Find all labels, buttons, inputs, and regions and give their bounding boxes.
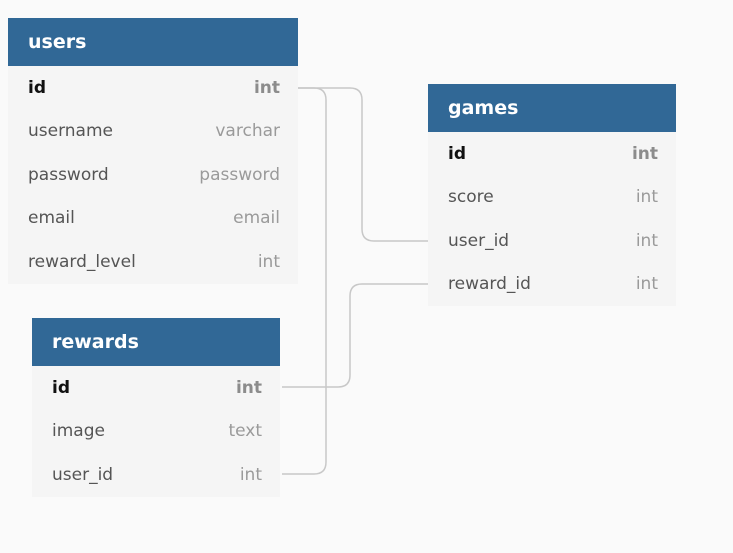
field-row-rewards-image[interactable]: image text: [32, 410, 280, 454]
field-row-users-password[interactable]: password password: [8, 153, 298, 197]
field-name: image: [52, 421, 105, 442]
field-type: password: [199, 164, 280, 185]
field-row-rewards-user-id[interactable]: user_id int: [32, 453, 280, 497]
field-name: id: [52, 377, 70, 398]
field-row-users-email[interactable]: email email: [8, 197, 298, 241]
field-row-games-id[interactable]: id int: [428, 132, 676, 176]
field-name: email: [28, 208, 75, 229]
connector-rewards-id-to-games-reward-id: [282, 283, 428, 388]
field-name: user_id: [52, 464, 114, 485]
field-name: score: [448, 187, 494, 208]
field-type: int: [239, 464, 262, 485]
field-name: id: [28, 77, 46, 98]
field-type: text: [228, 421, 262, 442]
field-type: int: [235, 377, 262, 398]
field-name: username: [28, 121, 113, 142]
field-row-games-score[interactable]: score int: [428, 176, 676, 220]
field-row-games-reward-id[interactable]: reward_id int: [428, 263, 676, 307]
erd-canvas: users id int username varchar password p…: [0, 0, 733, 553]
field-row-users-reward-level[interactable]: reward_level int: [8, 240, 298, 284]
field-name: password: [28, 164, 109, 185]
field-row-games-user-id[interactable]: user_id int: [428, 219, 676, 263]
field-type: int: [253, 77, 280, 98]
field-type: int: [631, 143, 658, 164]
field-type: int: [635, 274, 658, 295]
table-users[interactable]: users id int username varchar password p…: [8, 18, 298, 284]
table-users-header[interactable]: users: [8, 18, 298, 66]
field-name: reward_id: [448, 274, 531, 295]
table-games-header[interactable]: games: [428, 84, 676, 132]
table-rewards-header[interactable]: rewards: [32, 318, 280, 366]
field-row-users-id[interactable]: id int: [8, 66, 298, 110]
table-games[interactable]: games id int score int user_id int rewar…: [428, 84, 676, 306]
field-type: int: [635, 187, 658, 208]
connector-users-id-to-games-user-id: [282, 87, 428, 242]
table-rewards[interactable]: rewards id int image text user_id int: [32, 318, 280, 497]
field-type: varchar: [215, 121, 280, 142]
field-type: int: [635, 230, 658, 251]
field-type: int: [257, 251, 280, 272]
field-type: email: [233, 208, 280, 229]
field-name: reward_level: [28, 251, 136, 272]
field-name: id: [448, 143, 466, 164]
field-row-users-username[interactable]: username varchar: [8, 110, 298, 154]
field-name: user_id: [448, 230, 510, 251]
field-row-rewards-id[interactable]: id int: [32, 366, 280, 410]
